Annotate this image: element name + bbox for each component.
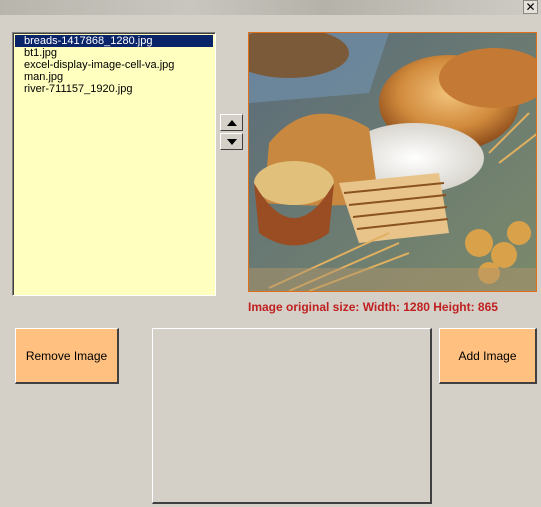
file-listbox[interactable]: breads-1417868_1280.jpg bt1.jpg excel-di… [12,32,216,296]
preview-panel [152,328,432,504]
list-item[interactable]: breads-1417868_1280.jpg [15,35,213,47]
spin-up-button[interactable] [220,114,243,131]
bread-photo-image [249,33,536,291]
triangle-up-icon [226,119,237,126]
spin-down-button[interactable] [220,133,243,150]
add-image-button[interactable]: Add Image [439,328,537,384]
remove-image-label: Remove Image [25,348,108,363]
close-button[interactable]: ✕ [523,0,538,14]
list-item[interactable]: river-711157_1920.jpg [15,83,213,95]
list-item[interactable]: excel-display-image-cell-va.jpg [15,59,213,71]
triangle-down-icon [226,138,237,145]
spin-button [220,114,243,150]
image-preview [248,32,537,292]
close-icon: ✕ [525,0,536,14]
add-image-label: Add Image [458,348,517,363]
list-item[interactable]: man.jpg [15,71,213,83]
image-size-label: Image original size: Width: 1280 Height:… [248,300,498,314]
remove-image-button[interactable]: Remove Image [15,328,119,384]
list-item[interactable]: bt1.jpg [15,47,213,59]
title-bar: ✕ [0,0,541,15]
